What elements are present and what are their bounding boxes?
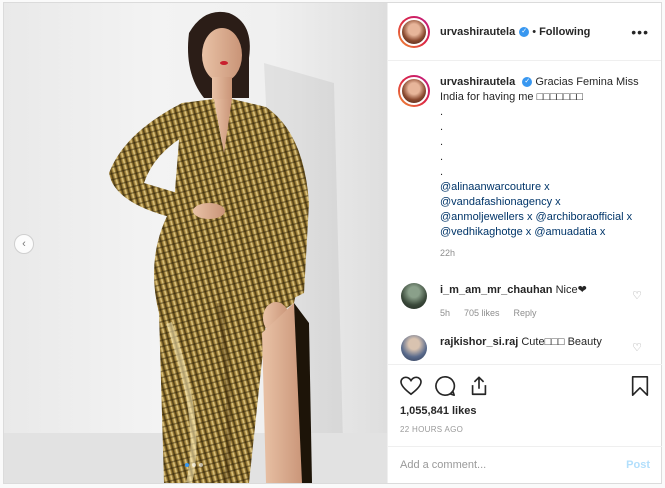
commenter-username[interactable]: i_m_am_mr_chauhan <box>440 284 553 296</box>
carousel-dot <box>199 463 203 467</box>
comment-item: i_m_am_mr_chauhan Nice❤ 5h 705 likes Rep… <box>398 283 650 321</box>
caption-dot-line: . <box>440 121 444 133</box>
post-header: urvashirautela ✓ • Following ••• <box>388 3 661 61</box>
post-comment-button[interactable]: Post <box>626 459 650 471</box>
caption-avatar[interactable] <box>398 75 430 107</box>
comment-body: i_m_am_mr_chauhan Nice❤ 5h 705 likes Rep… <box>440 283 587 321</box>
comment-meta: 5h 705 likes Reply <box>440 306 587 321</box>
comment-item: rajkishor_si.raj Cute□□□ Beauty ♡ <box>398 335 650 361</box>
post-photo[interactable]: ‹ <box>4 3 387 483</box>
caption-dot-line: . <box>440 106 444 118</box>
like-count[interactable]: 1,055,841 likes <box>400 405 650 417</box>
reply-button[interactable]: Reply <box>514 306 537 321</box>
caption-mentions[interactable]: @alinaanwarcouture x @vandafashionagency… <box>440 181 632 238</box>
caption-body: urvashirautela ✓ Gracias Femina Miss Ind… <box>440 75 645 261</box>
more-options-icon[interactable]: ••• <box>631 24 649 40</box>
carousel-dot <box>185 463 189 467</box>
author-username[interactable]: urvashirautela <box>440 26 515 38</box>
add-comment-bar: Post <box>388 446 662 483</box>
comment-body: rajkishor_si.raj Cute□□□ Beauty <box>440 335 602 350</box>
commenter-username[interactable]: rajkishor_si.raj <box>440 336 518 348</box>
comments-section[interactable]: urvashirautela ✓ Gracias Femina Miss Ind… <box>388 61 662 361</box>
carousel-prev-button[interactable]: ‹ <box>14 234 34 254</box>
action-icons <box>400 373 650 399</box>
caption-dot-line: . <box>440 166 444 178</box>
post-timestamp: 22 HOURS AGO <box>400 425 464 434</box>
comment-like-heart-icon[interactable]: ♡ <box>632 341 642 354</box>
commenter-avatar[interactable] <box>401 283 427 309</box>
comment-text: Cute□□□ Beauty <box>521 336 602 348</box>
heart-icon[interactable] <box>400 376 422 396</box>
post-sidebar: urvashirautela ✓ • Following ••• urvashi… <box>387 3 662 483</box>
carousel-indicator <box>185 463 203 467</box>
comment-likes[interactable]: 705 likes <box>464 306 500 321</box>
author-avatar[interactable] <box>398 15 430 48</box>
instagram-post: ‹ urvashirautela ✓ • Following ••• urvas… <box>3 2 662 484</box>
add-comment-input[interactable] <box>400 459 627 471</box>
post-photo-illustration <box>4 11 387 483</box>
verified-badge-icon: ✓ <box>522 77 533 88</box>
caption-dot-line: . <box>440 136 444 148</box>
caption-dot-line: . <box>440 151 444 163</box>
comment-bubble-icon[interactable] <box>434 375 456 397</box>
comment-like-heart-icon[interactable]: ♡ <box>632 289 642 302</box>
share-icon[interactable] <box>468 375 490 397</box>
verified-badge-icon: ✓ <box>519 26 530 37</box>
caption-username[interactable]: urvashirautela <box>440 76 515 88</box>
bookmark-icon[interactable] <box>630 375 650 397</box>
comment-text: Nice❤ <box>555 284 587 296</box>
commenter-avatar[interactable] <box>401 335 427 361</box>
post-caption: urvashirautela ✓ Gracias Femina Miss Ind… <box>398 75 650 261</box>
post-actions: 1,055,841 likes 22 HOURS AGO <box>388 364 662 434</box>
comment-time: 5h <box>440 308 451 318</box>
chevron-left-icon: ‹ <box>22 238 26 250</box>
following-button[interactable]: Following <box>539 26 590 38</box>
header-separator: • <box>532 25 537 38</box>
carousel-dot <box>192 463 196 467</box>
caption-time: 22h <box>440 248 456 258</box>
